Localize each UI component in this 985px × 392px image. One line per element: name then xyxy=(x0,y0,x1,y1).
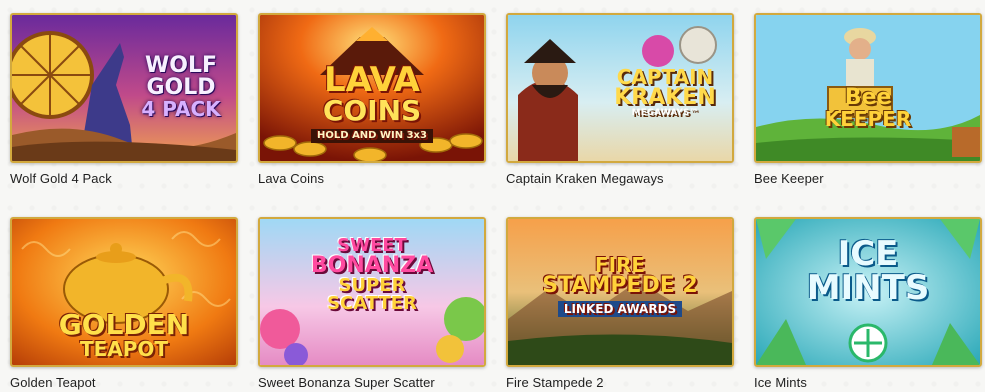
game-thumbnail[interactable]: GOLDEN TEAPOT xyxy=(10,217,238,367)
game-card-sweet-bonanza-super-scatter[interactable]: SWEET BONANZA SUPER SCATTER Sweet Bonanz… xyxy=(258,217,486,390)
lava-coins-artwork xyxy=(260,15,484,161)
game-thumbnail[interactable]: ICE MINTS xyxy=(754,217,982,367)
game-card-lava-coins[interactable]: LAVA COINS HOLD AND WIN 3x3 Lava Coins xyxy=(258,13,486,186)
game-title[interactable]: Bee Keeper xyxy=(754,171,982,186)
game-thumbnail[interactable]: SWEET BONANZA SUPER SCATTER xyxy=(258,217,486,367)
game-card-golden-teapot[interactable]: GOLDEN TEAPOT Golden Teapot xyxy=(10,217,238,390)
game-title[interactable]: Lava Coins xyxy=(258,171,486,186)
fire-stampede-artwork xyxy=(508,219,732,365)
golden-teapot-artwork xyxy=(12,219,236,365)
bee-keeper-artwork xyxy=(756,15,980,161)
game-title[interactable]: Captain Kraken Megaways xyxy=(506,171,734,186)
game-title[interactable]: Golden Teapot xyxy=(10,375,238,390)
game-title[interactable]: Sweet Bonanza Super Scatter xyxy=(258,375,486,390)
game-card-bee-keeper[interactable]: Bee KEEPER Bee Keeper xyxy=(754,13,982,186)
game-card-wolf-gold-4-pack[interactable]: WOLF GOLD 4 PACK Wolf Gold 4 Pack xyxy=(10,13,238,186)
ice-mints-artwork xyxy=(756,219,980,365)
game-grid: WOLF GOLD 4 PACK Wolf Gold 4 Pack LAVA C… xyxy=(0,0,985,392)
game-card-captain-kraken-megaways[interactable]: CAPTAIN KRAKEN MEGAWAYS™ Captain Kraken … xyxy=(506,13,734,186)
game-thumbnail[interactable]: Bee KEEPER xyxy=(754,13,982,163)
game-thumbnail[interactable]: CAPTAIN KRAKEN MEGAWAYS™ xyxy=(506,13,734,163)
game-thumbnail[interactable]: LAVA COINS HOLD AND WIN 3x3 xyxy=(258,13,486,163)
game-title[interactable]: Fire Stampede 2 xyxy=(506,375,734,390)
captain-kraken-artwork xyxy=(508,15,732,161)
game-title[interactable]: Ice Mints xyxy=(754,375,982,390)
game-card-fire-stampede-2[interactable]: FIRE STAMPEDE 2 LINKED AWARDS Fire Stamp… xyxy=(506,217,734,390)
game-card-ice-mints[interactable]: ICE MINTS Ice Mints xyxy=(754,217,982,390)
game-thumbnail[interactable]: WOLF GOLD 4 PACK xyxy=(10,13,238,163)
game-title[interactable]: Wolf Gold 4 Pack xyxy=(10,171,238,186)
game-thumbnail[interactable]: FIRE STAMPEDE 2 LINKED AWARDS xyxy=(506,217,734,367)
wolf-gold-artwork xyxy=(12,15,236,161)
sweet-bonanza-artwork xyxy=(260,219,484,365)
